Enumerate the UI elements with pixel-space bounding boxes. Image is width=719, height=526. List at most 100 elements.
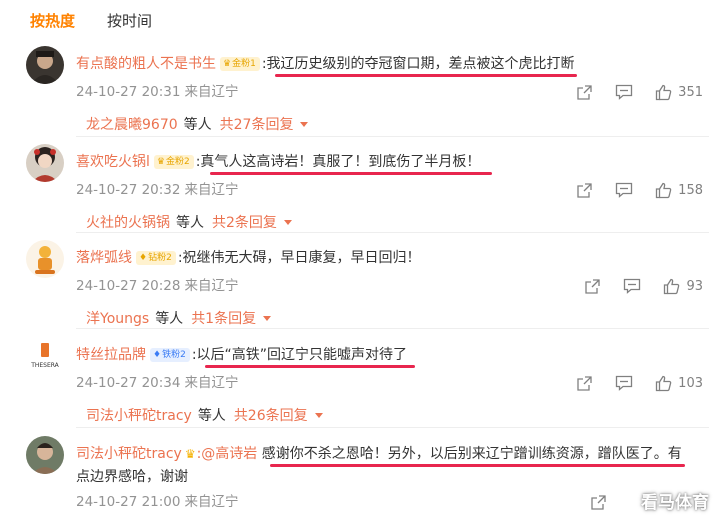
reply-count-link[interactable]: 共27条回复	[220, 117, 294, 133]
avatar-logo-text: THESERA	[30, 362, 59, 369]
comment-icon[interactable]	[623, 278, 641, 294]
comment-icon[interactable]	[615, 182, 633, 198]
comment-text: :祝继伟无大碍，早日康复，早日回归！	[177, 250, 421, 266]
reply-username[interactable]: 龙之晨曦9670	[86, 117, 178, 133]
mention-link[interactable]: :@高诗岩	[197, 446, 258, 462]
like-button[interactable]: 158	[655, 182, 703, 199]
comment-username[interactable]: 喜欢吃火锅l	[76, 154, 150, 170]
reply-summary-text: 等人	[183, 117, 212, 133]
comment-source: 来自辽宁	[184, 494, 239, 510]
avatar[interactable]	[26, 240, 64, 278]
avatar[interactable]	[26, 46, 64, 84]
fan-badge: ♛金粉1	[220, 57, 260, 71]
reply-summary[interactable]: 司法小秤砣tracy 等人 共26条回复	[86, 405, 323, 427]
share-icon[interactable]	[576, 84, 593, 101]
reply-summary-text: 等人	[197, 408, 226, 424]
reply-count-link[interactable]: 共2条回复	[212, 215, 277, 231]
comment-item: THESERA 特丝拉品牌 ♦铁粉2 :以后“高铁”回辽宁只能嘘声对待了 24-10…	[0, 337, 719, 437]
comment-username[interactable]: 落烨弧线	[76, 250, 132, 266]
reply-summary-text: 等人	[155, 311, 184, 327]
fan-badge-label: 金粉1	[232, 59, 256, 69]
comment-timestamp: 24-10-27 20:31	[76, 84, 181, 100]
comment-timestamp: 24-10-27 21:00	[76, 494, 181, 510]
reply-username[interactable]: 洋Youngs	[86, 311, 149, 327]
comment-meta: 24-10-27 20:28 来自辽宁	[76, 276, 238, 296]
comment-content: 喜欢吃火锅l ♛金粉2:真气人这高诗岩！真服了！到底伤了半月板！	[76, 151, 699, 173]
avatar[interactable]	[26, 144, 64, 182]
thumbs-up-icon	[664, 278, 680, 294]
red-underline	[270, 464, 685, 467]
crown-icon: ♛	[223, 59, 232, 69]
like-count: 93	[686, 278, 703, 294]
comment-timestamp: 24-10-27 20:32	[76, 182, 181, 198]
like-button[interactable]: 103	[655, 375, 703, 392]
comment-content: 落烨弧线 ♦钻粉2:祝继伟无大碍，早日康复，早日回归！	[76, 247, 699, 269]
comment-item: 喜欢吃火锅l ♛金粉2:真气人这高诗岩！真服了！到底伤了半月板！ 24-10-27…	[0, 144, 719, 244]
fan-badge: ♛金粉2	[153, 155, 194, 169]
divider	[76, 232, 709, 233]
avatar[interactable]: THESERA	[26, 337, 64, 375]
comment-actions: 351	[576, 81, 703, 103]
chevron-down-icon[interactable]	[300, 122, 309, 127]
comment-content: 有点酸的粗人不是书生 ♛金粉1:我辽历史级别的夺冠窗口期，差点被这个虎比打断	[76, 53, 699, 75]
tab-sort-hot[interactable]: 按热度	[30, 10, 75, 32]
reply-username[interactable]: 火社的火锅锅	[86, 215, 170, 231]
thumbs-up-icon	[656, 375, 672, 391]
fan-badge-label: 金粉2	[165, 157, 190, 167]
divider	[76, 328, 709, 329]
share-icon[interactable]	[576, 182, 593, 199]
chevron-down-icon[interactable]	[283, 220, 292, 225]
red-underline	[205, 365, 415, 368]
fan-badge: ♦钻粉2	[136, 251, 176, 265]
comment-timestamp: 24-10-27 20:34	[76, 375, 181, 391]
comment-meta: 24-10-27 21:00 来自辽宁	[76, 492, 238, 512]
comment-timestamp: 24-10-27 20:28	[76, 278, 181, 294]
sort-tabs: 按热度 按时间	[30, 10, 152, 32]
comment-source: 来自辽宁	[184, 84, 239, 100]
comment-text: :真气人这高诗岩！真服了！到底伤了半月板！	[195, 154, 481, 170]
comment-icon[interactable]	[615, 375, 633, 391]
comment-actions	[590, 491, 629, 513]
fan-badge-label: 铁粉2	[162, 350, 186, 360]
comment-username[interactable]: 有点酸的粗人不是书生	[76, 56, 216, 72]
comment-actions: 103	[576, 372, 703, 394]
comment-item: 有点酸的粗人不是书生 ♛金粉1:我辽历史级别的夺冠窗口期，差点被这个虎比打断 24…	[0, 46, 719, 146]
comment-source: 来自辽宁	[184, 182, 239, 198]
reply-count-link[interactable]: 共1条回复	[191, 311, 256, 327]
reply-summary[interactable]: 洋Youngs 等人 共1条回复	[86, 308, 272, 330]
tab-sort-time[interactable]: 按时间	[107, 10, 152, 32]
comment-username[interactable]: 特丝拉品牌	[76, 347, 146, 363]
like-button[interactable]: 351	[655, 84, 703, 101]
like-button[interactable]: 93	[663, 278, 703, 295]
watermark-text: 看马体育	[641, 492, 709, 513]
chevron-down-icon[interactable]	[263, 316, 272, 321]
comment-item: 落烨弧线 ♦钻粉2:祝继伟无大碍，早日康复，早日回归！ 24-10-27 20:2…	[0, 240, 719, 340]
watermark: 看马体育	[641, 488, 709, 513]
reply-summary[interactable]: 龙之晨曦9670 等人 共27条回复	[86, 114, 309, 136]
thumbs-up-icon	[656, 84, 672, 100]
reply-summary[interactable]: 火社的火锅锅 等人 共2条回复	[86, 212, 292, 234]
diamond-icon: ♦	[153, 350, 162, 360]
reply-count-link[interactable]: 共26条回复	[234, 408, 308, 424]
comment-username[interactable]: 司法小秤砣tracy	[76, 446, 182, 462]
chevron-down-icon[interactable]	[314, 413, 323, 418]
comment-content: 特丝拉品牌 ♦铁粉2 :以后“高铁”回辽宁只能嘘声对待了	[76, 344, 699, 366]
comment-meta: 24-10-27 20:31 来自辽宁	[76, 82, 238, 102]
red-underline	[275, 74, 577, 77]
avatar[interactable]	[26, 436, 64, 474]
comment-meta: 24-10-27 20:34 来自辽宁	[76, 373, 238, 393]
comment-text: :以后“高铁”回辽宁只能嘘声对待了	[191, 347, 408, 363]
reply-summary-text: 等人	[176, 215, 204, 231]
share-icon[interactable]	[590, 494, 607, 511]
fan-badge-label: 钻粉2	[148, 253, 172, 263]
reply-username[interactable]: 司法小秤砣tracy	[86, 408, 192, 424]
crown-icon: ♛	[156, 157, 165, 167]
crown-icon: ♛	[184, 447, 196, 461]
like-count: 103	[678, 375, 703, 391]
share-icon[interactable]	[584, 278, 601, 295]
comment-text: :我辽历史级别的夺冠窗口期，差点被这个虎比打断	[261, 56, 575, 72]
comment-icon[interactable]	[615, 84, 633, 100]
like-count: 351	[678, 84, 703, 100]
like-count: 158	[678, 182, 703, 198]
share-icon[interactable]	[576, 375, 593, 392]
